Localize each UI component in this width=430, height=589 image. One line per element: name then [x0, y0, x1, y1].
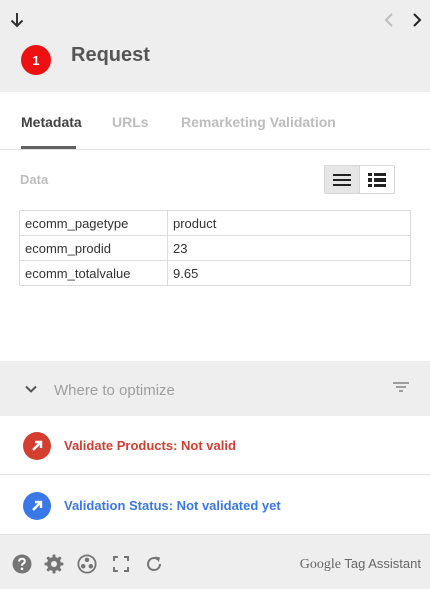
- arrow-up-right-icon: [23, 432, 51, 460]
- fullscreen-icon[interactable]: [111, 554, 131, 574]
- table-cell-value: 23: [167, 235, 411, 261]
- brand-product: Tag Assistant: [344, 556, 421, 571]
- arrow-down-right-icon: [23, 492, 51, 520]
- where-to-optimize-label: Where to optimize: [54, 382, 175, 399]
- status-text: Validate Products: Not valid: [64, 438, 236, 453]
- table-cell-key: ecomm_prodid: [19, 235, 168, 261]
- arrow-down-icon[interactable]: [8, 11, 26, 29]
- status-text: Validation Status: Not validated yet: [64, 498, 281, 513]
- view-mode-toggle: [324, 165, 395, 194]
- request-number-badge: 1: [21, 45, 51, 75]
- page-title: Request: [71, 44, 150, 66]
- help-icon[interactable]: [12, 554, 32, 574]
- detailed-list-icon[interactable]: [359, 166, 394, 193]
- brand-google: Google: [299, 557, 341, 572]
- chevron-left-icon[interactable]: [380, 11, 398, 29]
- table-cell-key: ecomm_totalvalue: [19, 260, 168, 286]
- brand-logo: Google Tag Assistant: [300, 556, 421, 573]
- table-row: ecomm_totalvalue 9.65: [19, 260, 411, 286]
- table-cell-value: 9.65: [167, 260, 411, 286]
- tab-remarketing-validation[interactable]: Remarketing Validation: [181, 114, 336, 130]
- active-tab-indicator: [21, 146, 76, 149]
- table-row: ecomm_pagetype product: [19, 210, 411, 236]
- compact-list-icon[interactable]: [325, 166, 360, 193]
- table-cell-value: product: [167, 210, 411, 236]
- table-cell-key: ecomm_pagetype: [19, 210, 168, 236]
- record-icon[interactable]: [77, 554, 97, 574]
- chevron-right-icon[interactable]: [408, 11, 426, 29]
- tab-bar: Metadata URLs Remarketing Validation: [0, 92, 430, 150]
- settings-icon[interactable]: [44, 554, 64, 574]
- table-row: ecomm_prodid 23: [19, 235, 411, 261]
- refresh-icon[interactable]: [144, 554, 164, 574]
- where-to-optimize-bar[interactable]: Where to optimize: [0, 361, 430, 416]
- tab-metadata[interactable]: Metadata: [21, 114, 82, 130]
- footer-toolbar: Google Tag Assistant: [0, 535, 430, 589]
- chevron-down-icon[interactable]: [23, 381, 39, 397]
- status-row-validation-status[interactable]: Validation Status: Not validated yet: [0, 476, 430, 535]
- status-row-validate-products[interactable]: Validate Products: Not valid: [0, 416, 430, 475]
- tab-urls[interactable]: URLs: [112, 114, 149, 130]
- filter-icon[interactable]: [392, 380, 410, 398]
- metadata-table: ecomm_pagetype product ecomm_prodid 23 e…: [19, 210, 411, 286]
- request-header: 1 Request: [0, 0, 430, 92]
- data-section-label: Data: [20, 172, 49, 187]
